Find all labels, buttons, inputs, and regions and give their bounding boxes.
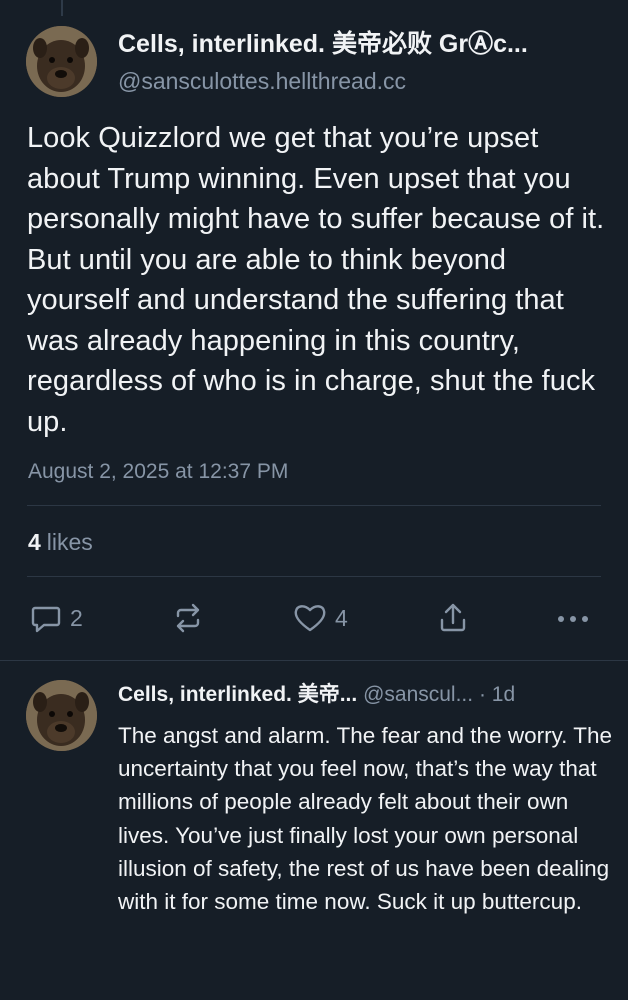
repost-icon [176,603,200,633]
reply-avatar[interactable] [26,680,97,751]
avatar[interactable] [26,26,97,97]
dog-avatar-icon [26,26,97,97]
reply-separator: · [478,683,486,706]
like-button[interactable]: 4 [293,598,348,638]
more-options-button[interactable] [556,598,590,638]
repost-button[interactable] [172,598,204,638]
thread-connector-line [61,0,63,16]
dog-avatar-icon [26,680,97,751]
likes-summary[interactable]: 4 likes [28,526,93,558]
more-icon [558,616,588,622]
reply-time: 1d [491,683,516,706]
divider [27,576,601,577]
divider [27,505,601,506]
reply-button[interactable]: 2 [30,598,83,638]
heart-icon [294,605,326,632]
post-author-name[interactable]: Cells, interlinked. 美帝必败 GrⒶc... [118,28,608,60]
post-author-handle[interactable]: @sansculottes.hellthread.cc [118,66,406,96]
like-count: 4 [335,604,348,631]
reply-author-name[interactable]: Cells, interlinked. 美帝... [118,683,357,706]
comment-icon [31,606,61,633]
share-icon [440,603,466,632]
likes-label: likes [46,529,93,555]
share-button[interactable] [437,598,469,638]
likes-count: 4 [28,529,41,555]
post-timestamp: August 2, 2025 at 12:37 PM [28,460,289,483]
post-body-text: Look Quizzlord we get that you’re upset … [27,122,605,438]
reply-author-handle[interactable]: @sanscul... [363,683,473,706]
reply-body-text[interactable]: The angst and alarm. The fear and the wo… [118,719,613,918]
reply-header: Cells, interlinked. 美帝... @sanscul... · … [118,680,608,710]
reply-count: 2 [70,604,83,631]
section-divider [0,660,628,661]
